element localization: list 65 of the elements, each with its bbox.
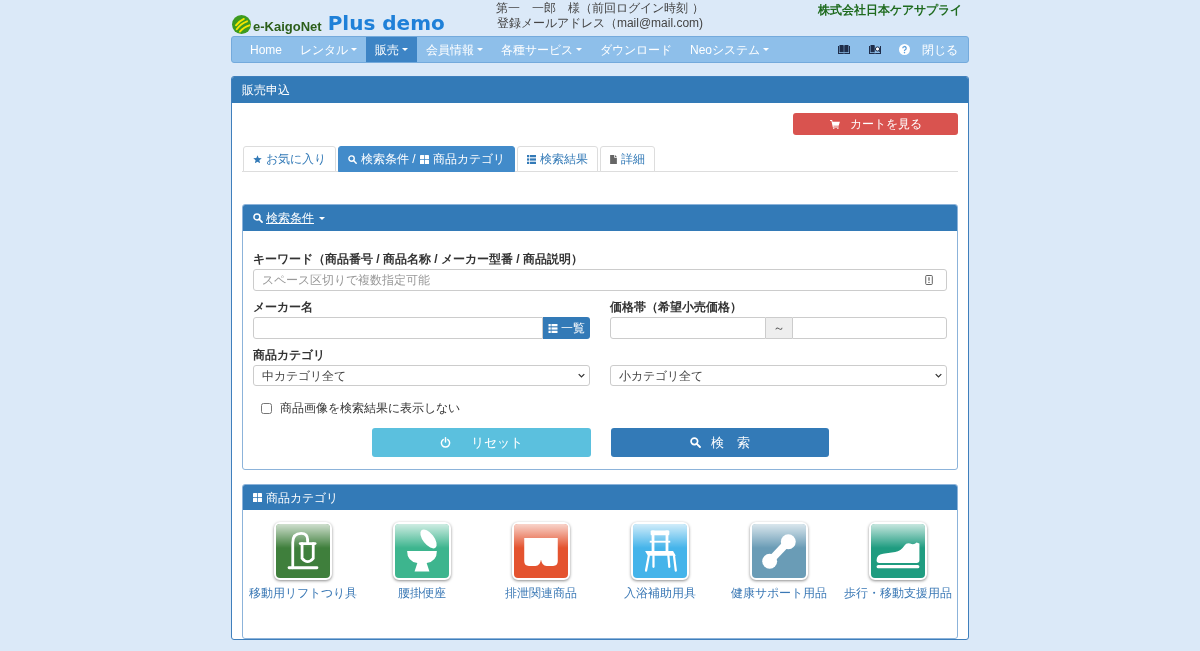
checkbox-label: 商品画像を検索結果に表示しない bbox=[280, 401, 460, 416]
power-icon bbox=[439, 437, 451, 448]
list-icon bbox=[548, 323, 558, 333]
star-icon bbox=[253, 154, 262, 164]
field-label: キーワード（商品番号 / 商品名称 / メーカー型番 / 商品説明） bbox=[253, 252, 584, 266]
category-select[interactable]: 小カテゴリ全て bbox=[610, 365, 947, 386]
nav-menu-item[interactable]: 販売 bbox=[366, 37, 417, 62]
tab[interactable]: 検索条件 / 商品カテゴリ bbox=[338, 146, 515, 172]
help-icon[interactable] bbox=[899, 44, 910, 55]
category-link[interactable]: 健康サポート用品 bbox=[730, 586, 827, 600]
search-icon bbox=[253, 213, 263, 223]
book-search-icon[interactable] bbox=[869, 45, 881, 54]
search-criteria-toggle[interactable]: 検索条件 bbox=[253, 209, 325, 227]
registered-email: 登録メールアドレス（mail@mail.com) bbox=[496, 16, 704, 31]
category-link[interactable]: 腰掛便座 bbox=[397, 586, 446, 600]
toilet-icon[interactable] bbox=[392, 522, 451, 580]
caret-icon bbox=[477, 48, 483, 51]
search-button[interactable]: 検 索 bbox=[610, 428, 829, 457]
keyword-field[interactable]: スペース区切りで複数指定可能 bbox=[253, 269, 947, 291]
grid-icon bbox=[419, 154, 429, 164]
cart-icon bbox=[829, 119, 840, 129]
field-label: 商品カテゴリ bbox=[253, 348, 326, 362]
category-link[interactable]: 歩行・移動支援用品 bbox=[843, 586, 952, 600]
tab[interactable]: 検索結果 bbox=[516, 146, 598, 172]
price-min-field[interactable] bbox=[610, 317, 766, 339]
caret-icon bbox=[319, 216, 325, 220]
chevron-down-icon bbox=[935, 373, 942, 378]
list-button[interactable]: 一覧 bbox=[543, 317, 590, 339]
list-icon bbox=[526, 154, 536, 164]
price-max-field[interactable] bbox=[792, 317, 947, 339]
panel-title: 販売申込 bbox=[242, 82, 290, 99]
cart-button[interactable]: カートを見る bbox=[793, 113, 958, 135]
logo-edition: Plus demo bbox=[327, 12, 445, 34]
category-select[interactable]: 中カテゴリ全て bbox=[253, 365, 590, 386]
field-label: 価格帯（希望小売価格） bbox=[610, 300, 743, 314]
chevron-down-icon bbox=[578, 373, 585, 378]
caret-icon bbox=[351, 48, 357, 51]
category-link[interactable]: 移動用リフトつり具 bbox=[248, 586, 357, 600]
chair-icon[interactable] bbox=[630, 522, 689, 580]
panel-title: 商品カテゴリ bbox=[266, 489, 338, 507]
caret-icon bbox=[576, 48, 582, 51]
file-icon bbox=[609, 154, 617, 164]
caret-icon bbox=[402, 48, 408, 51]
hoist-icon[interactable] bbox=[273, 522, 332, 580]
underwear-icon[interactable] bbox=[511, 522, 570, 580]
logo-brand: e-KaigoNet bbox=[253, 19, 322, 34]
logo-icon bbox=[232, 15, 251, 34]
field-label: メーカー名 bbox=[253, 300, 314, 314]
exclamation-box-icon[interactable] bbox=[925, 275, 933, 285]
category-link[interactable]: 排泄関連商品 bbox=[504, 586, 577, 600]
maker-name-field[interactable] bbox=[253, 317, 543, 339]
book-icon[interactable] bbox=[838, 45, 850, 54]
company-name: 株式会社日本ケアサプライ bbox=[818, 3, 962, 18]
category-link[interactable]: 入浴補助用具 bbox=[623, 586, 696, 600]
dumbbell-icon[interactable] bbox=[749, 522, 808, 580]
search-icon bbox=[689, 437, 701, 448]
caret-icon bbox=[763, 48, 770, 51]
tab[interactable]: 詳細 bbox=[599, 146, 655, 172]
range-separator: ～ bbox=[766, 317, 792, 339]
grid-icon bbox=[253, 493, 262, 502]
search-icon bbox=[348, 154, 357, 164]
shoe-icon[interactable] bbox=[868, 522, 927, 580]
user-greeting: 第一 一郎 様（前回ログイン時刻 ） bbox=[496, 1, 704, 16]
tab[interactable]: お気に入り bbox=[243, 146, 336, 172]
checkbox[interactable] bbox=[261, 403, 272, 414]
